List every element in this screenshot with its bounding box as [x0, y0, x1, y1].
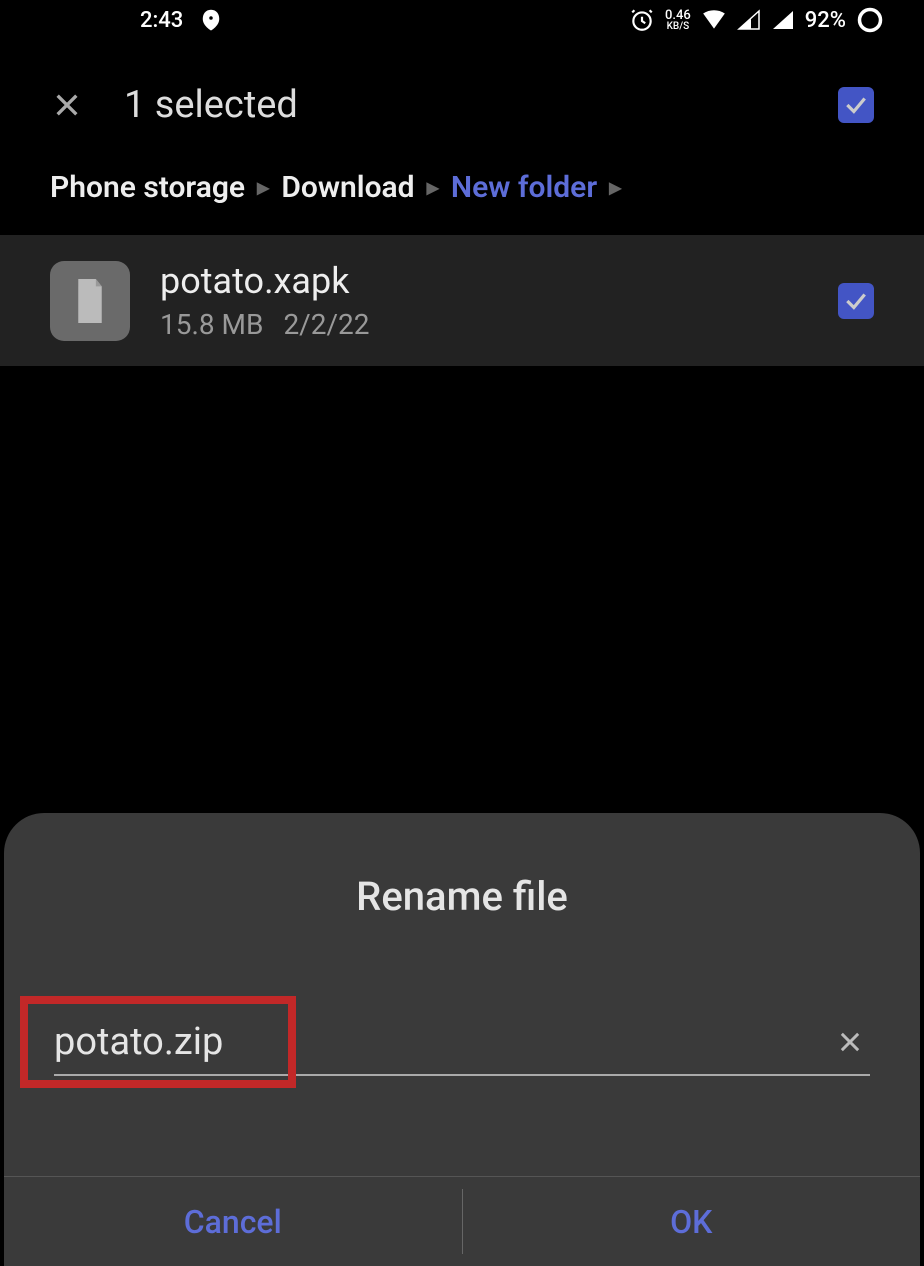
file-icon — [50, 261, 130, 341]
selection-count: 1 selected — [124, 83, 798, 127]
file-checkbox[interactable] — [838, 283, 874, 319]
battery-icon — [856, 6, 884, 34]
rename-input-wrap — [54, 1010, 870, 1076]
battery-percent: 92% — [805, 8, 846, 33]
breadcrumb-download[interactable]: Download — [281, 170, 414, 205]
cancel-button[interactable]: Cancel — [4, 1177, 462, 1266]
selection-header: 1 selected — [0, 40, 924, 170]
status-bar: 2:43 0.46 KB/S 92% — [0, 0, 924, 40]
file-meta: 15.8 MB2/2/22 — [160, 308, 808, 341]
rename-input[interactable] — [54, 1010, 830, 1074]
app-indicator-icon — [199, 8, 223, 32]
file-name: potato.xapk — [160, 260, 808, 302]
signal-icon-1 — [737, 9, 761, 31]
breadcrumb-phone-storage[interactable]: Phone storage — [50, 170, 245, 205]
alarm-icon — [629, 7, 655, 33]
file-info: potato.xapk 15.8 MB2/2/22 — [160, 260, 808, 341]
wifi-icon — [701, 9, 727, 31]
ok-button[interactable]: OK — [463, 1177, 921, 1266]
close-selection-button[interactable] — [50, 88, 84, 122]
network-speed: 0.46 KB/S — [665, 9, 691, 32]
file-row[interactable]: potato.xapk 15.8 MB2/2/22 — [0, 235, 924, 366]
chevron-right-icon: ▶ — [257, 178, 269, 197]
rename-dialog: Rename file Cancel OK — [4, 813, 920, 1266]
dialog-buttons: Cancel OK — [4, 1176, 920, 1266]
select-all-checkbox[interactable] — [838, 87, 874, 123]
status-time: 2:43 — [140, 8, 183, 33]
chevron-right-icon: ▶ — [609, 178, 621, 197]
chevron-right-icon: ▶ — [427, 178, 439, 197]
clear-input-button[interactable] — [830, 1022, 870, 1062]
signal-icon-2 — [771, 9, 795, 31]
dialog-title: Rename file — [4, 873, 920, 920]
file-list: potato.xapk 15.8 MB2/2/22 — [0, 235, 924, 366]
breadcrumb-new-folder[interactable]: New folder — [451, 170, 597, 205]
breadcrumb: Phone storage ▶ Download ▶ New folder ▶ — [0, 170, 924, 235]
